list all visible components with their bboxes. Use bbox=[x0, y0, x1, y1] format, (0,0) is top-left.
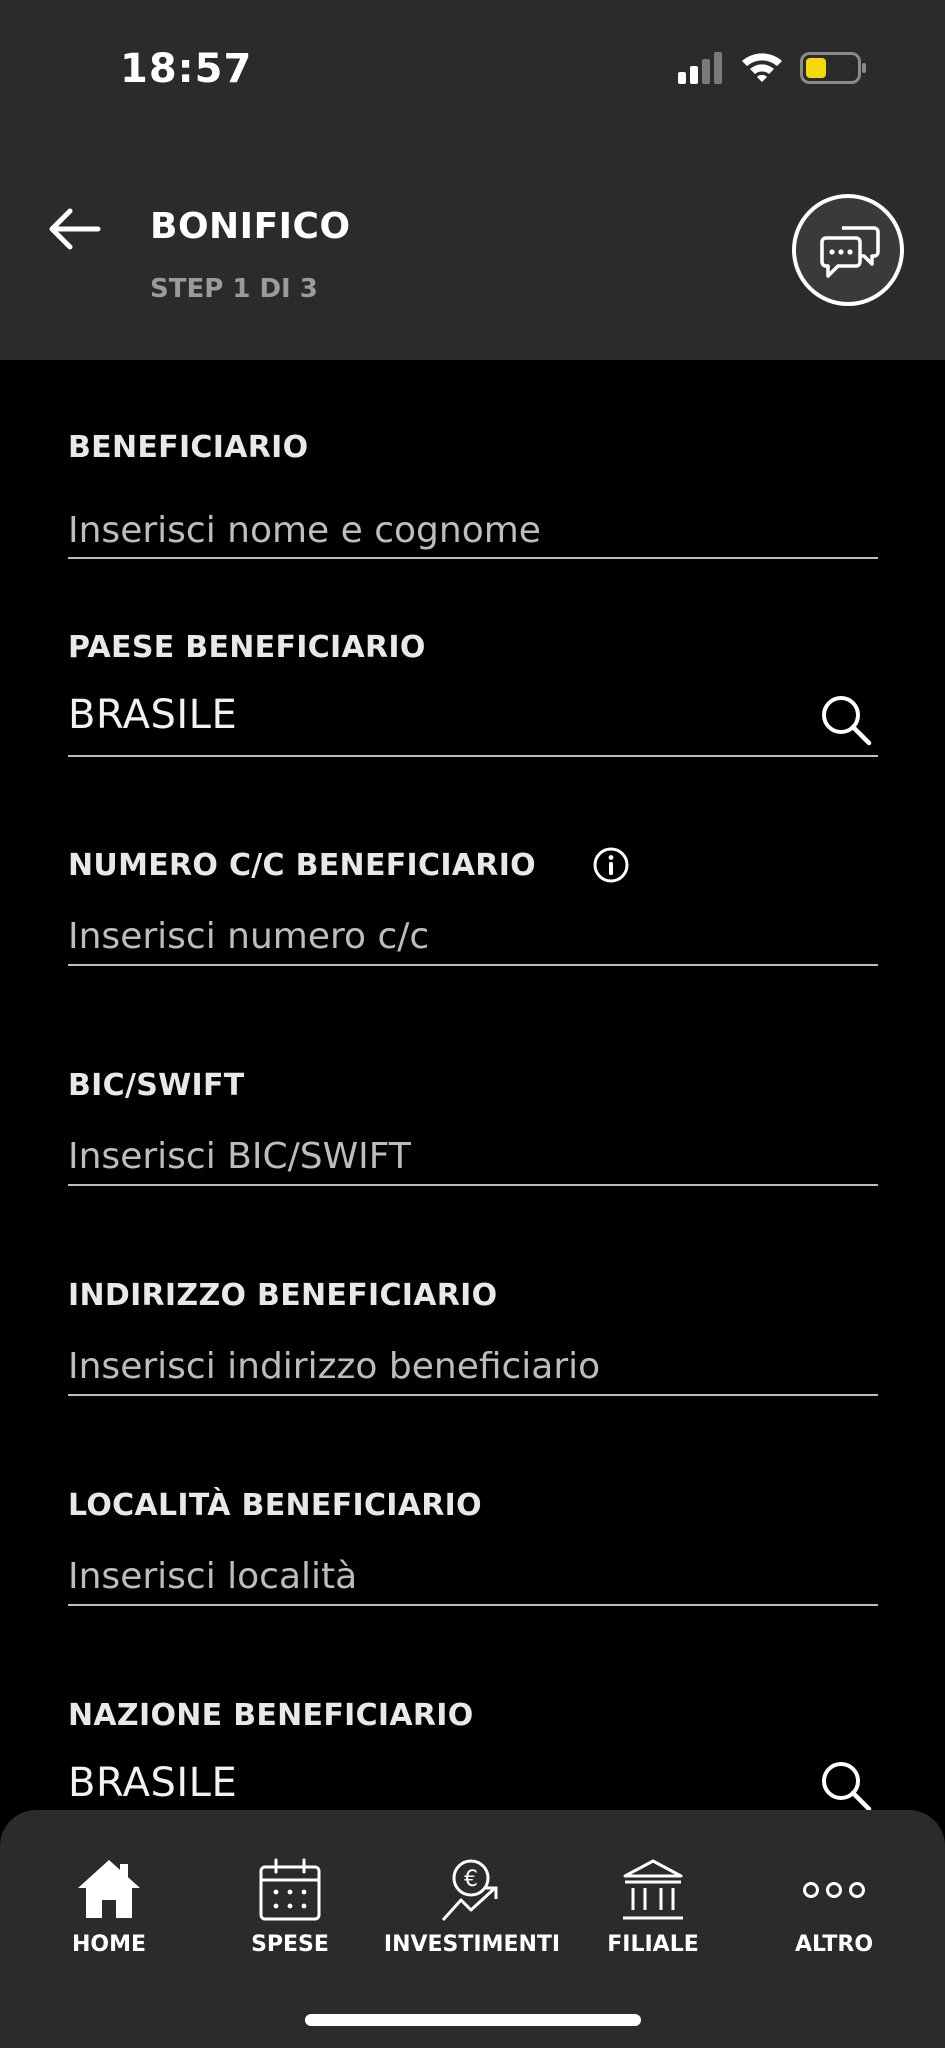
info-icon[interactable] bbox=[592, 846, 630, 884]
nav-label-investimenti: INVESTIMENTI bbox=[383, 1932, 561, 1957]
battery-icon bbox=[800, 52, 866, 84]
chat-button[interactable] bbox=[792, 194, 904, 306]
localita-label: LOCALITÀ BENEFICIARIO bbox=[68, 1488, 482, 1523]
localita-input[interactable] bbox=[68, 1548, 838, 1604]
numero-cc-label: NUMERO C/C BENEFICIARIO bbox=[68, 848, 536, 883]
paese-label: PAESE BENEFICIARIO bbox=[68, 630, 426, 665]
status-bar: 18:57 bbox=[0, 0, 945, 140]
bic-label: BIC/SWIFT bbox=[68, 1068, 245, 1103]
nav-item-investimenti[interactable]: € INVESTIMENTI bbox=[382, 1810, 562, 1970]
signal-icon bbox=[678, 52, 722, 84]
back-button[interactable] bbox=[44, 204, 104, 254]
nav-label-altro: ALTRO bbox=[794, 1932, 874, 1957]
nav-label-filiale: FILIALE bbox=[607, 1932, 699, 1957]
field-nazione: NAZIONE BENEFICIARIO BRASILE bbox=[68, 1698, 878, 1812]
field-indirizzo: INDIRIZZO BENEFICIARIO bbox=[68, 1278, 878, 1398]
numero-cc-input[interactable] bbox=[68, 908, 838, 964]
nav-item-home[interactable]: HOME bbox=[19, 1810, 199, 1970]
calendar-icon bbox=[259, 1858, 321, 1921]
indirizzo-input[interactable] bbox=[68, 1338, 838, 1394]
page-title: BONIFICO bbox=[150, 206, 351, 247]
step-indicator: STEP 1 DI 3 bbox=[150, 274, 318, 304]
nav-label-spese: SPESE bbox=[251, 1932, 329, 1957]
home-indicator bbox=[305, 2014, 641, 2026]
field-paese: PAESE BENEFICIARIO BRASILE bbox=[68, 630, 878, 760]
field-localita: LOCALITÀ BENEFICIARIO bbox=[68, 1488, 878, 1608]
localita-underline bbox=[68, 1604, 878, 1606]
bic-input[interactable] bbox=[68, 1128, 838, 1184]
field-numero-cc: NUMERO C/C BENEFICIARIO bbox=[68, 846, 878, 968]
wifi-icon bbox=[742, 53, 782, 82]
more-icon bbox=[803, 1882, 865, 1898]
status-time: 18:57 bbox=[120, 46, 253, 92]
nazione-search-button[interactable] bbox=[818, 1758, 874, 1814]
home-icon bbox=[78, 1860, 140, 1918]
nav-label-home: HOME bbox=[71, 1932, 147, 1957]
field-bic: BIC/SWIFT bbox=[68, 1068, 878, 1188]
nav-item-spese[interactable]: SPESE bbox=[200, 1810, 380, 1970]
nazione-value[interactable]: BRASILE bbox=[68, 1760, 237, 1806]
beneficiario-input[interactable] bbox=[68, 502, 838, 558]
paese-underline bbox=[68, 755, 878, 757]
indirizzo-label: INDIRIZZO BENEFICIARIO bbox=[68, 1278, 498, 1313]
bottom-nav: HOME SPESE € INVESTIMENTI FILIALE ALTRO bbox=[0, 1810, 945, 2048]
indirizzo-underline bbox=[68, 1394, 878, 1396]
nazione-label: NAZIONE BENEFICIARIO bbox=[68, 1698, 474, 1733]
search-icon bbox=[822, 1762, 872, 1812]
back-arrow-icon bbox=[49, 208, 101, 250]
chat-icon bbox=[820, 226, 880, 278]
field-beneficiario: BENEFICIARIO bbox=[68, 430, 878, 560]
paese-value[interactable]: BRASILE bbox=[68, 692, 237, 738]
beneficiario-label: BENEFICIARIO bbox=[68, 430, 309, 465]
svg-text:€: € bbox=[464, 1867, 478, 1892]
nav-item-filiale[interactable]: FILIALE bbox=[563, 1810, 743, 1970]
header: BONIFICO STEP 1 DI 3 bbox=[0, 140, 945, 360]
paese-search-button[interactable] bbox=[818, 692, 874, 748]
bank-icon bbox=[623, 1859, 683, 1920]
investments-icon: € bbox=[441, 1859, 498, 1922]
search-icon bbox=[822, 696, 872, 746]
numero-cc-underline bbox=[68, 964, 878, 966]
beneficiario-underline bbox=[68, 557, 878, 559]
bic-underline bbox=[68, 1184, 878, 1186]
nav-item-altro[interactable]: ALTRO bbox=[744, 1810, 924, 1970]
